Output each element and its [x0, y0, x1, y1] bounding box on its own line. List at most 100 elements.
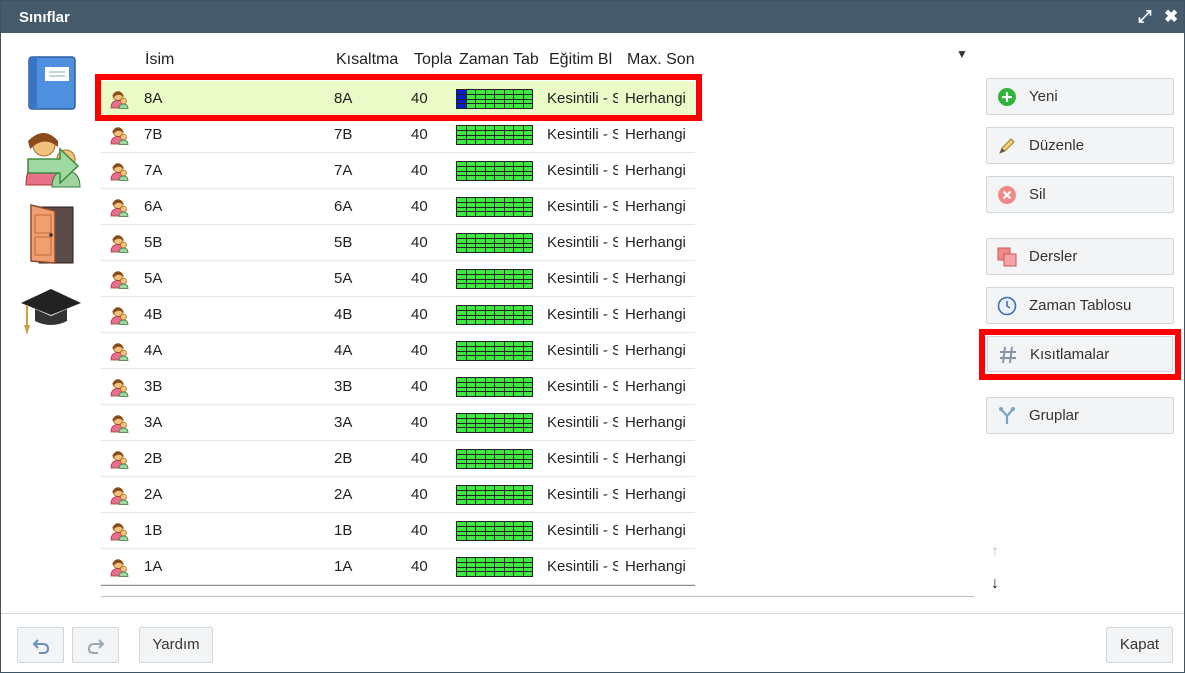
timetable-preview — [456, 233, 533, 253]
table-row[interactable]: 4A 4A 40 Kesintili - S Herhangi — [101, 333, 695, 369]
lessons-button[interactable]: Dersler — [986, 238, 1174, 275]
new-button[interactable]: Yeni — [986, 78, 1174, 115]
timetable-preview — [456, 161, 533, 181]
close-button[interactable]: Kapat — [1106, 627, 1173, 663]
maximize-icon[interactable]: ⤢ — [1138, 7, 1152, 27]
row-name: 3A — [144, 414, 163, 431]
close-icon[interactable]: ✖ — [1164, 7, 1178, 27]
move-up-icon[interactable]: ↑ — [991, 543, 999, 561]
table-row[interactable]: 1A 1A 40 Kesintili - S Herhangi — [101, 549, 695, 585]
move-down-icon[interactable]: ↓ — [991, 575, 999, 593]
table-row[interactable]: 2B 2B 40 Kesintili - S Herhangi — [101, 441, 695, 477]
row-total: 40 — [411, 522, 428, 539]
row-education: Kesintili - S — [547, 450, 618, 467]
pencil-icon — [999, 138, 1015, 154]
delete-button[interactable]: Sil — [986, 176, 1174, 213]
row-total: 40 — [411, 306, 428, 323]
class-person-icon — [109, 521, 129, 541]
groups-button[interactable]: Gruplar — [986, 397, 1174, 434]
table-row[interactable]: 7B 7B 40 Kesintili - S Herhangi — [101, 117, 695, 153]
groups-icon — [999, 407, 1015, 424]
plus-icon — [998, 88, 1016, 106]
row-name: 7A — [144, 162, 163, 179]
class-person-icon — [109, 485, 129, 505]
timetable-preview — [456, 521, 533, 541]
row-education: Kesintili - S — [547, 558, 618, 575]
edit-button[interactable]: Düzenle — [986, 127, 1174, 164]
timetable-button[interactable]: Zaman Tablosu — [986, 287, 1174, 324]
class-person-icon — [109, 413, 129, 433]
row-name: 5A — [144, 270, 163, 287]
class-person-icon — [109, 305, 129, 325]
row-short: 6A — [334, 198, 353, 215]
table-row[interactable]: 1B 1B 40 Kesintili - S Herhangi — [101, 513, 695, 549]
constraints-button[interactable]: Kısıtlamalar — [987, 336, 1173, 372]
row-max: Herhangi — [625, 558, 686, 575]
timetable-preview — [456, 305, 533, 325]
row-max: Herhangi — [625, 486, 686, 503]
graduation-cap-icon[interactable] — [19, 285, 83, 341]
classes-window: Sınıflar ⤢ ✖ İsim Kısaltma Topla Zaman T… — [0, 0, 1185, 673]
teachers-transfer-icon[interactable] — [22, 129, 82, 193]
list-separator — [101, 596, 974, 597]
row-education: Kesintili - S — [547, 162, 618, 179]
column-education[interactable]: Eğitim Bl — [549, 51, 619, 69]
row-education: Kesintili - S — [547, 486, 618, 503]
timetable-preview — [456, 485, 533, 505]
table-row[interactable]: 5A 5A 40 Kesintili - S Herhangi — [101, 261, 695, 297]
column-total[interactable]: Topla — [414, 51, 452, 69]
class-person-icon — [109, 233, 129, 253]
row-max: Herhangi — [625, 450, 686, 467]
table-row[interactable]: 7A 7A 40 Kesintili - S Herhangi — [101, 153, 695, 189]
table-row[interactable]: 2A 2A 40 Kesintili - S Herhangi — [101, 477, 695, 513]
delete-button-label: Sil — [1029, 186, 1046, 203]
row-education: Kesintili - S — [547, 522, 618, 539]
subjects-book-icon[interactable] — [27, 55, 77, 115]
row-education: Kesintili - S — [547, 126, 618, 143]
groups-button-label: Gruplar — [1029, 407, 1080, 424]
row-max: Herhangi — [625, 126, 686, 143]
timetable-preview — [456, 413, 533, 433]
column-menu-icon[interactable]: ▼ — [956, 47, 968, 61]
constraints-button-label: Kısıtlamalar — [1030, 346, 1110, 363]
row-name: 1A — [144, 558, 163, 575]
row-total: 40 — [411, 270, 428, 287]
row-name: 1B — [144, 522, 163, 539]
column-short[interactable]: Kısaltma — [336, 51, 404, 69]
row-max: Herhangi — [625, 270, 686, 287]
lessons-button-label: Dersler — [1029, 248, 1078, 265]
table-row[interactable]: 6A 6A 40 Kesintili - S Herhangi — [101, 189, 695, 225]
table-row[interactable]: 4B 4B 40 Kesintili - S Herhangi — [101, 297, 695, 333]
column-name[interactable]: İsim — [145, 51, 325, 69]
edit-button-label: Düzenle — [1029, 137, 1085, 154]
row-max: Herhangi — [625, 414, 686, 431]
help-button[interactable]: Yardım — [139, 627, 213, 663]
row-max: Herhangi — [625, 306, 686, 323]
class-person-icon — [109, 161, 129, 181]
row-max: Herhangi — [625, 342, 686, 359]
row-total: 40 — [411, 450, 428, 467]
column-timetable[interactable]: Zaman Tab — [459, 51, 541, 69]
row-total: 40 — [411, 558, 428, 575]
timetable-preview — [456, 269, 533, 289]
column-max[interactable]: Max. Son — [627, 51, 695, 69]
row-education: Kesintili - S — [547, 378, 618, 395]
row-max: Herhangi — [625, 522, 686, 539]
row-max: Herhangi — [625, 378, 686, 395]
lessons-icon — [997, 247, 1017, 267]
delete-icon — [998, 186, 1016, 204]
row-short: 7A — [334, 162, 353, 179]
undo-button[interactable] — [17, 627, 64, 663]
class-person-icon — [109, 377, 129, 397]
undo-icon — [32, 639, 49, 654]
table-row[interactable]: 3A 3A 40 Kesintili - S Herhangi — [101, 405, 695, 441]
row-name: 3B — [144, 378, 163, 395]
classroom-door-icon[interactable] — [29, 203, 75, 269]
row-short: 1A — [334, 558, 353, 575]
list-bottom-border — [101, 585, 695, 586]
table-row[interactable]: 3B 3B 40 Kesintili - S Herhangi — [101, 369, 695, 405]
table-row[interactable]: 5B 5B 40 Kesintili - S Herhangi — [101, 225, 695, 261]
row-education: Kesintili - S — [547, 342, 618, 359]
row-education: Kesintili - S — [547, 198, 618, 215]
redo-button[interactable] — [72, 627, 119, 663]
